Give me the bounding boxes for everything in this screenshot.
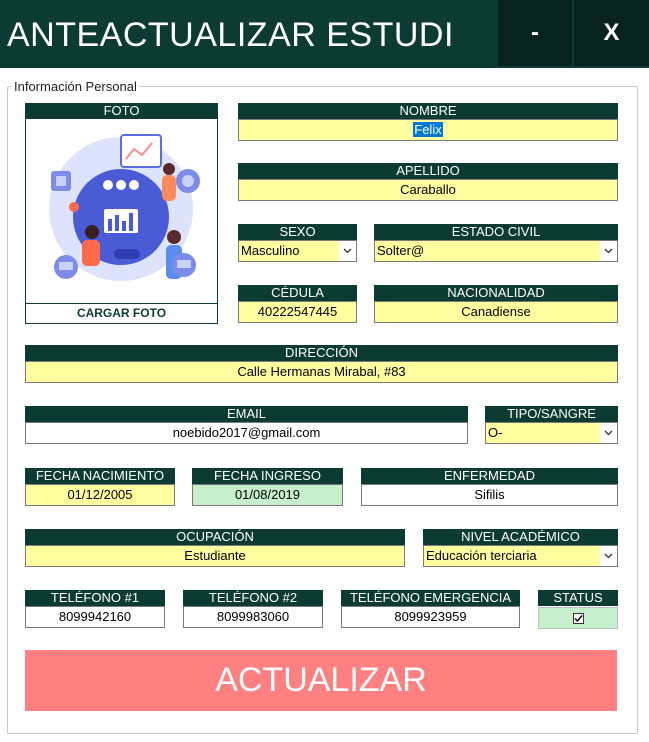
cedula-label: CÉDULA bbox=[238, 285, 357, 301]
fecha-ingreso-label: FECHA INGRESO bbox=[192, 468, 343, 484]
window-title: ANTEACTUALIZAR ESTUDI bbox=[7, 16, 454, 54]
direccion-field[interactable]: Calle Hermanas Mirabal, #83 bbox=[25, 361, 618, 383]
tipo-sangre-label: TIPO/SANGRE bbox=[485, 406, 618, 422]
fecha-nacimiento-label: FECHA NACIMIENTO bbox=[25, 468, 175, 484]
estado-civil-label: ESTADO CIVIL bbox=[374, 224, 618, 240]
chevron-down-icon[interactable] bbox=[600, 423, 617, 443]
people-technology-illustration bbox=[49, 134, 200, 281]
update-button[interactable]: ACTUALIZAR bbox=[25, 650, 617, 711]
nombre-label: NOMBRE bbox=[238, 103, 618, 119]
status-checkbox[interactable] bbox=[572, 612, 584, 624]
telefono2-label: TELÉFONO #2 bbox=[183, 590, 323, 606]
enfermedad-label: ENFERMEDAD bbox=[361, 468, 618, 484]
telefono2-field[interactable]: 8099983060 bbox=[183, 606, 323, 628]
photo-image bbox=[25, 119, 218, 304]
telefono1-label: TELÉFONO #1 bbox=[25, 590, 165, 606]
estado-civil-select[interactable]: Solter@ bbox=[374, 240, 618, 262]
nacionalidad-label: NACIONALIDAD bbox=[374, 285, 618, 301]
apellido-field[interactable]: Caraballo bbox=[238, 179, 618, 201]
load-photo-button[interactable]: CARGAR FOTO bbox=[25, 303, 218, 324]
sexo-value: Masculino bbox=[239, 241, 339, 261]
telefono-emergencia-label: TELÉFONO EMERGENCIA bbox=[341, 590, 520, 606]
sexo-label: SEXO bbox=[238, 224, 357, 240]
fecha-nacimiento-field[interactable]: 01/12/2005 bbox=[25, 484, 175, 506]
ocupacion-field[interactable]: Estudiante bbox=[25, 545, 405, 567]
enfermedad-field[interactable]: Sifilis bbox=[361, 484, 618, 506]
ocupacion-label: OCUPACIÓN bbox=[25, 529, 405, 545]
nivel-academico-value: Educación terciaria bbox=[424, 546, 600, 566]
fecha-ingreso-field[interactable]: 01/08/2019 bbox=[192, 484, 343, 506]
tipo-sangre-select[interactable]: O- bbox=[485, 422, 618, 444]
tipo-sangre-value: O- bbox=[486, 423, 600, 443]
chevron-down-icon[interactable] bbox=[600, 241, 617, 261]
nivel-academico-label: NIVEL ACADÉMICO bbox=[423, 529, 618, 545]
email-field[interactable]: noebido2017@gmail.com bbox=[25, 422, 468, 444]
frame-legend: Información Personal bbox=[12, 79, 139, 94]
nivel-academico-select[interactable]: Educación terciaria bbox=[423, 545, 618, 567]
status-label: STATUS bbox=[538, 590, 618, 606]
checkmark-icon bbox=[573, 614, 583, 622]
nombre-value: Felix bbox=[413, 122, 443, 137]
nacionalidad-field[interactable]: Canadiense bbox=[374, 301, 618, 323]
cedula-field[interactable]: 40222547445 bbox=[238, 301, 357, 323]
chevron-down-icon[interactable] bbox=[339, 241, 356, 261]
telefono-emergencia-field[interactable]: 8099923959 bbox=[341, 606, 520, 628]
photo-header: FOTO bbox=[25, 103, 218, 119]
sexo-select[interactable]: Masculino bbox=[238, 240, 357, 262]
nombre-field[interactable]: Felix bbox=[238, 119, 618, 141]
title-bar: ANTEACTUALIZAR ESTUDI - X bbox=[0, 0, 649, 68]
estado-civil-value: Solter@ bbox=[375, 241, 600, 261]
direccion-label: DIRECCIÓN bbox=[25, 345, 618, 361]
close-button[interactable]: X bbox=[574, 0, 649, 66]
minimize-button[interactable]: - bbox=[498, 0, 572, 66]
telefono1-field[interactable]: 8099942160 bbox=[25, 606, 165, 628]
chevron-down-icon[interactable] bbox=[600, 546, 617, 566]
email-label: EMAIL bbox=[25, 406, 468, 422]
status-checkbox-cell bbox=[538, 607, 618, 629]
apellido-label: APELLIDO bbox=[238, 163, 618, 179]
